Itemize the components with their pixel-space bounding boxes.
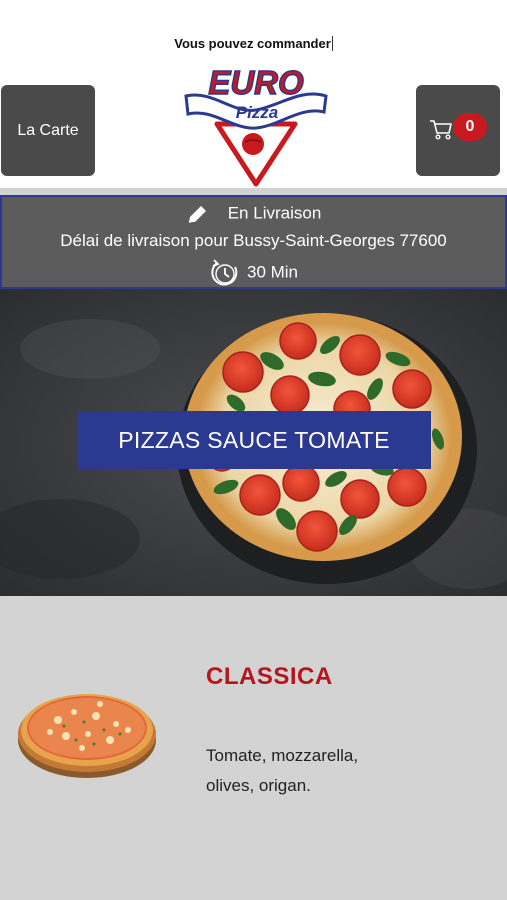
header: Vous pouvez commander La Carte EURO Pizz… bbox=[0, 0, 507, 190]
clock-icon bbox=[211, 259, 238, 286]
pencil-icon bbox=[188, 206, 206, 223]
delivery-info-banner[interactable]: En Livraison Délai de livraison pour Bus… bbox=[0, 195, 507, 289]
delivery-area-text: Délai de livraison pour Bussy-Saint-Geor… bbox=[60, 231, 447, 250]
order-status-text: Vous pouvez commander bbox=[174, 36, 331, 51]
delivery-delay-row: 30 Min bbox=[2, 258, 505, 288]
cart-count: 0 bbox=[465, 118, 475, 135]
order-status-note: Vous pouvez commander bbox=[0, 36, 507, 51]
cart-count-badge: 0 bbox=[453, 113, 487, 141]
logo-text-top: EURO bbox=[208, 64, 304, 101]
product-description: Tomate, mozzarella, olives, origan. bbox=[206, 746, 359, 795]
cart-button[interactable]: 0 bbox=[416, 85, 500, 176]
cart-icon bbox=[430, 120, 452, 140]
category-hero[interactable]: PIZZAS SAUCE TOMATE bbox=[0, 289, 507, 596]
delivery-mode-row: En Livraison bbox=[2, 203, 505, 225]
category-label: PIZZAS SAUCE TOMATE bbox=[118, 426, 390, 453]
app-screen: Vous pouvez commander La Carte EURO Pizz… bbox=[0, 0, 507, 900]
category-button[interactable]: PIZZAS SAUCE TOMATE bbox=[77, 411, 431, 469]
delivery-area-row: Délai de livraison pour Bussy-Saint-Geor… bbox=[2, 231, 505, 251]
logo-text-ribbon: Pizza bbox=[236, 103, 279, 122]
header-divider bbox=[0, 188, 507, 195]
euro-pizza-logo[interactable]: EURO Pizza bbox=[183, 62, 329, 188]
product-name: CLASSICA bbox=[206, 663, 333, 690]
product-image bbox=[18, 694, 156, 778]
product-card[interactable]: CLASSICA Tomate, mozzarella, olives, ori… bbox=[0, 596, 507, 900]
delivery-mode: En Livraison bbox=[227, 203, 322, 223]
menu-button-label: La Carte bbox=[17, 121, 79, 139]
menu-button[interactable]: La Carte bbox=[1, 85, 95, 176]
delivery-delay: 30 Min bbox=[246, 262, 299, 282]
text-caret bbox=[331, 36, 333, 51]
